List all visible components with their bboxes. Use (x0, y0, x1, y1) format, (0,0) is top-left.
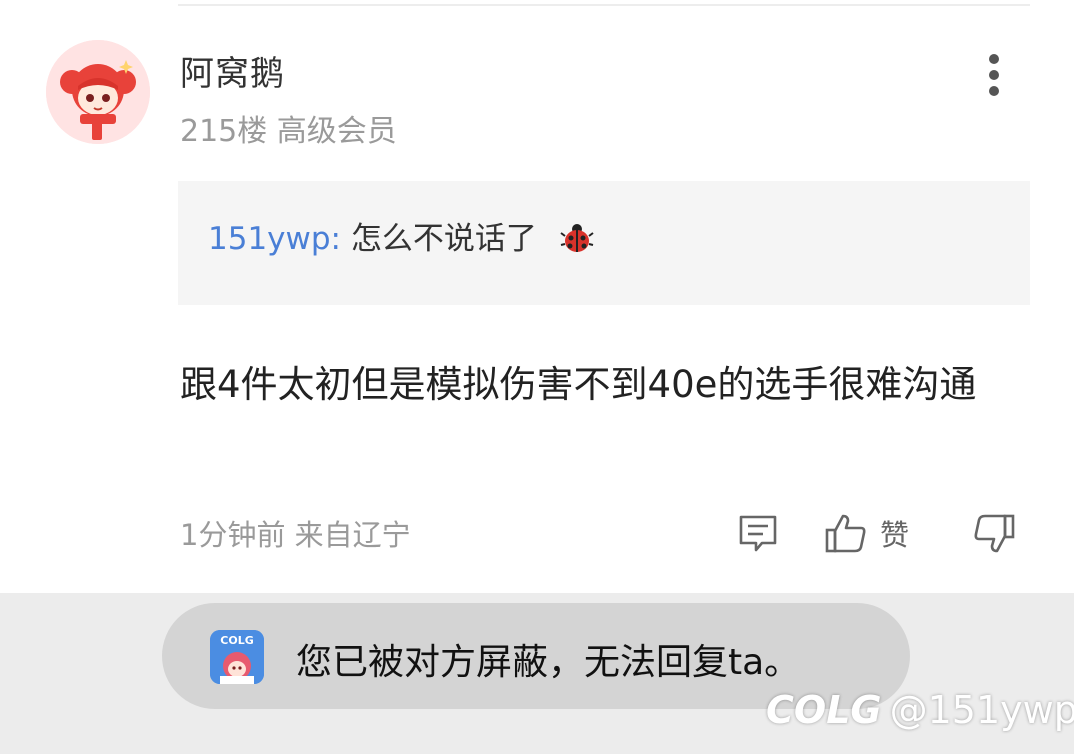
more-dot (989, 86, 999, 96)
quoted-reply[interactable]: 151ywp: 怎么不说话了 (178, 181, 1030, 305)
username[interactable]: 阿窝鹅 (180, 46, 285, 95)
post-content: 跟4件太初但是模拟伤害不到40e的选手很难沟通 (180, 363, 977, 406)
comment-icon (739, 515, 777, 552)
top-divider (178, 4, 1030, 6)
comment-button[interactable] (736, 512, 780, 556)
colg-app-icon: COLG (210, 630, 264, 684)
more-dot (989, 54, 999, 64)
like-label: 赞 (880, 518, 910, 552)
more-options-button[interactable] (976, 52, 1012, 98)
avatar-image (46, 40, 150, 144)
dislike-button[interactable] (972, 512, 1016, 556)
floor-info: 215楼 高级会员 (180, 114, 397, 149)
watermark-logo: COLG (766, 688, 882, 732)
quote-body: 怎么不说话了 (350, 221, 537, 257)
like-button[interactable]: 赞 (824, 510, 909, 556)
quote-username[interactable]: 151ywp: (208, 221, 341, 257)
toast-message: 您已被对方屏蔽，无法回复ta。 (296, 642, 801, 683)
ladybug-icon (560, 223, 594, 252)
watermark-handle: @151ywp (889, 688, 1074, 732)
avatar[interactable] (46, 40, 150, 144)
watermark: COLG @151ywp (766, 688, 1074, 732)
thumbs-down-icon (974, 514, 1015, 553)
thumbs-up-icon (825, 514, 866, 553)
colg-icon-text: COLG (220, 634, 253, 647)
colg-app-icon-art: COLG (210, 630, 264, 684)
more-dot (989, 70, 999, 80)
quote-line: 151ywp: 怎么不说话了 (208, 219, 595, 259)
time-location: 1分钟前 来自辽宁 (180, 518, 411, 552)
